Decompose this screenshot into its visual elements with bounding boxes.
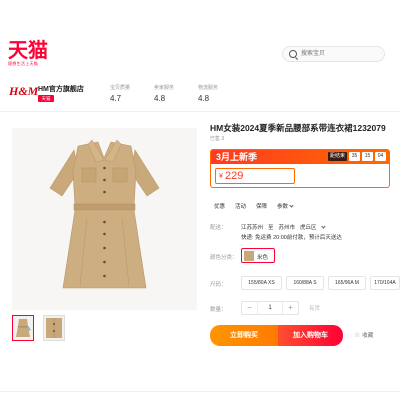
size-option-m[interactable]: 165/96A M: [328, 276, 366, 290]
divider: [0, 391, 400, 392]
tab-params[interactable]: 参数: [277, 202, 294, 210]
size-label: 尺码：: [210, 282, 227, 288]
dress-image: [49, 139, 160, 289]
chevron-down-icon: [320, 223, 326, 229]
countdown-hours: 35: [349, 152, 360, 161]
tab-activity[interactable]: 活动: [235, 202, 246, 210]
quantity-label: 数量：: [210, 307, 227, 313]
countdown-label: 距结束: [327, 152, 347, 161]
site-header: [0, 0, 400, 75]
product-main-image[interactable]: [12, 128, 197, 310]
thumbnail-2[interactable]: [43, 315, 65, 341]
tmall-logo[interactable]: 天猫 理想生活上天猫: [8, 40, 48, 67]
color-option-beige[interactable]: 米色: [241, 248, 275, 263]
color-swatch: [244, 251, 254, 261]
shipping-from: 江苏苏州: [241, 225, 264, 231]
quantity-value[interactable]: 1: [257, 302, 283, 314]
shop-logo[interactable]: H&M: [9, 84, 38, 98]
shipping-city: 苏州市: [278, 225, 296, 231]
divider: [0, 111, 400, 112]
promo-banner: 3月上新季 距结束 35 15 04: [211, 150, 389, 164]
stat-label: 物流服务: [198, 85, 219, 91]
color-option-label: 米色: [257, 255, 269, 261]
thumbnail-1[interactable]: [12, 315, 34, 341]
search-box[interactable]: [282, 46, 385, 62]
quantity-decrease-button[interactable]: −: [242, 302, 257, 314]
add-to-cart-button[interactable]: 加入购物车: [278, 325, 343, 346]
promo-tag: 3月上新季: [216, 152, 258, 162]
shop-name[interactable]: HM官方旗舰店: [38, 84, 84, 94]
stock-status: 有货: [309, 306, 321, 312]
currency-symbol: ¥: [219, 173, 223, 180]
tab-discount[interactable]: 优惠: [214, 202, 225, 210]
price-box: ¥ 229: [215, 168, 295, 184]
info-tabs: 优惠 活动 保障 参数: [214, 202, 303, 210]
favorite-label: 收藏: [362, 333, 374, 339]
tmall-logo-text: 天猫: [8, 38, 48, 62]
quantity-stepper: − 1 +: [241, 301, 299, 315]
sold-count: 已售 3: [210, 136, 225, 142]
quantity-increase-button[interactable]: +: [283, 302, 298, 314]
shipping-route[interactable]: 江苏苏州 至 苏州市 虎丘区: [241, 223, 326, 231]
tmall-badge: 天猫: [38, 95, 54, 102]
shop-stat-quality: 宝贝质量 4.7: [110, 84, 130, 103]
shipping-to-word: 至: [268, 225, 274, 231]
product-title: HM女装2024夏季新品腰部系带连衣裙1232079: [210, 123, 386, 133]
countdown-minutes: 15: [362, 152, 373, 161]
color-label: 颜色分类：: [210, 255, 238, 261]
size-option-s[interactable]: 160/88A S: [286, 276, 324, 290]
shop-stat-logistics: 物流服务 4.8: [198, 84, 218, 103]
favorite-button[interactable]: ☆ 收藏: [354, 331, 373, 339]
size-option-l[interactable]: 170/104A: [370, 276, 400, 290]
stat-value: 4.7: [110, 94, 122, 103]
search-input[interactable]: [301, 49, 381, 59]
star-icon: ☆: [354, 332, 361, 339]
shipping-label: 配送：: [210, 225, 227, 231]
buy-now-button[interactable]: 立即购买: [210, 325, 278, 346]
tab-guarantee[interactable]: 保障: [256, 202, 267, 210]
stat-value: 4.8: [154, 94, 166, 103]
countdown: 距结束 35 15 04: [327, 152, 386, 161]
shipping-note: 快递: 免运费 20:00前付款，预计后天送达: [241, 235, 342, 241]
shop-stat-service: 卖家服务 4.8: [154, 84, 174, 103]
stat-label: 卖家服务: [154, 85, 175, 91]
stat-label: 宝贝质量: [110, 85, 131, 91]
countdown-seconds: 04: [375, 152, 386, 161]
price-value: 229: [225, 170, 244, 182]
chevron-down-icon: [289, 202, 294, 208]
promo-price-block: 3月上新季 距结束 35 15 04 ¥ 229: [210, 149, 390, 188]
shipping-district: 虎丘区: [300, 225, 317, 231]
stat-value: 4.8: [198, 94, 210, 103]
size-option-xs[interactable]: 155/80A XS: [241, 276, 282, 290]
search-icon[interactable]: [289, 50, 297, 58]
